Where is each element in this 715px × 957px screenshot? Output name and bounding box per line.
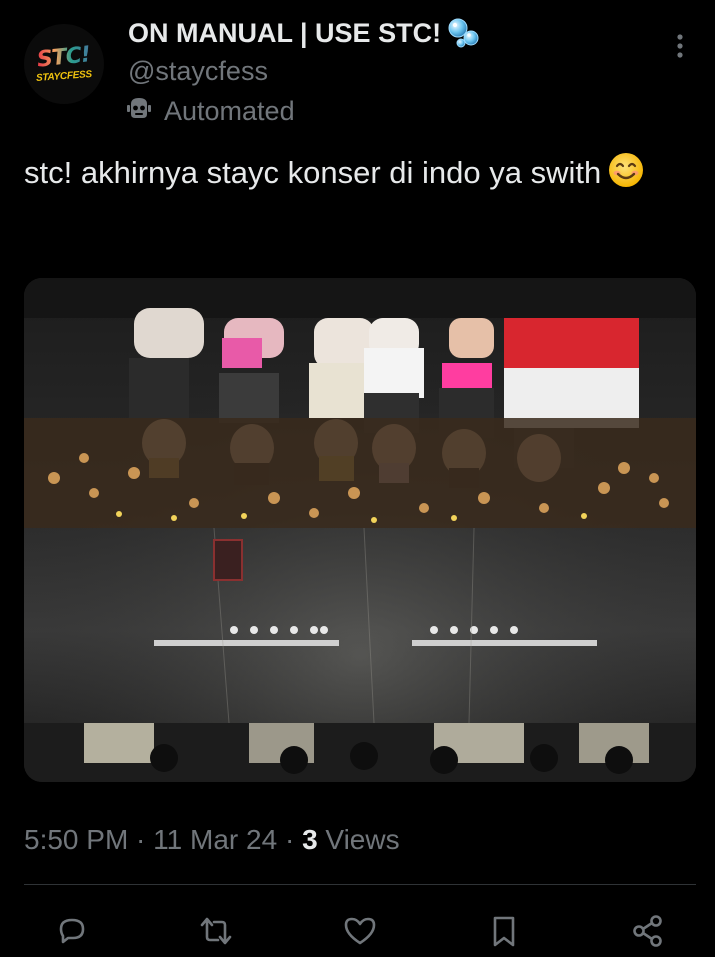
meta-separator: ·	[128, 824, 154, 855]
tweet-text-content: stc! akhirnya stayc konser di indo ya sw…	[24, 155, 602, 190]
automated-label: Automated	[164, 95, 295, 126]
more-vertical-icon[interactable]	[664, 30, 696, 62]
views-count[interactable]: 3	[302, 824, 318, 855]
meta-separator: ·	[277, 824, 303, 855]
tweet-date[interactable]: 11 Mar 24	[153, 824, 277, 855]
divider	[24, 884, 696, 885]
avatar-logo-text: STC!	[36, 41, 92, 73]
reply-icon[interactable]	[52, 911, 92, 951]
bubbles-icon	[447, 16, 481, 50]
repost-icon[interactable]	[196, 911, 236, 951]
automated-badge[interactable]: Automated	[124, 93, 295, 128]
author-display-name[interactable]: ON MANUAL | USE STC!	[128, 16, 441, 50]
tweet-image[interactable]	[24, 278, 696, 782]
tweet-text: stc! akhirnya stayc konser di indo ya sw…	[24, 150, 674, 196]
share-icon[interactable]	[628, 911, 668, 951]
views-label[interactable]: Views	[318, 824, 399, 855]
robot-icon	[124, 93, 154, 128]
action-bar	[0, 905, 715, 957]
tweet-meta: 5:50 PM · 11 Mar 24 · 3 Views	[24, 822, 400, 858]
avatar[interactable]: STC! STAYCFESS	[24, 24, 104, 104]
author-handle[interactable]: @staycfess	[128, 54, 268, 88]
like-icon[interactable]	[340, 911, 380, 951]
author-name-row: ON MANUAL | USE STC!	[128, 16, 481, 50]
smiling-face-emoji-icon	[607, 151, 645, 189]
bookmark-icon[interactable]	[484, 911, 524, 951]
tweet-time[interactable]: 5:50 PM	[24, 824, 128, 855]
